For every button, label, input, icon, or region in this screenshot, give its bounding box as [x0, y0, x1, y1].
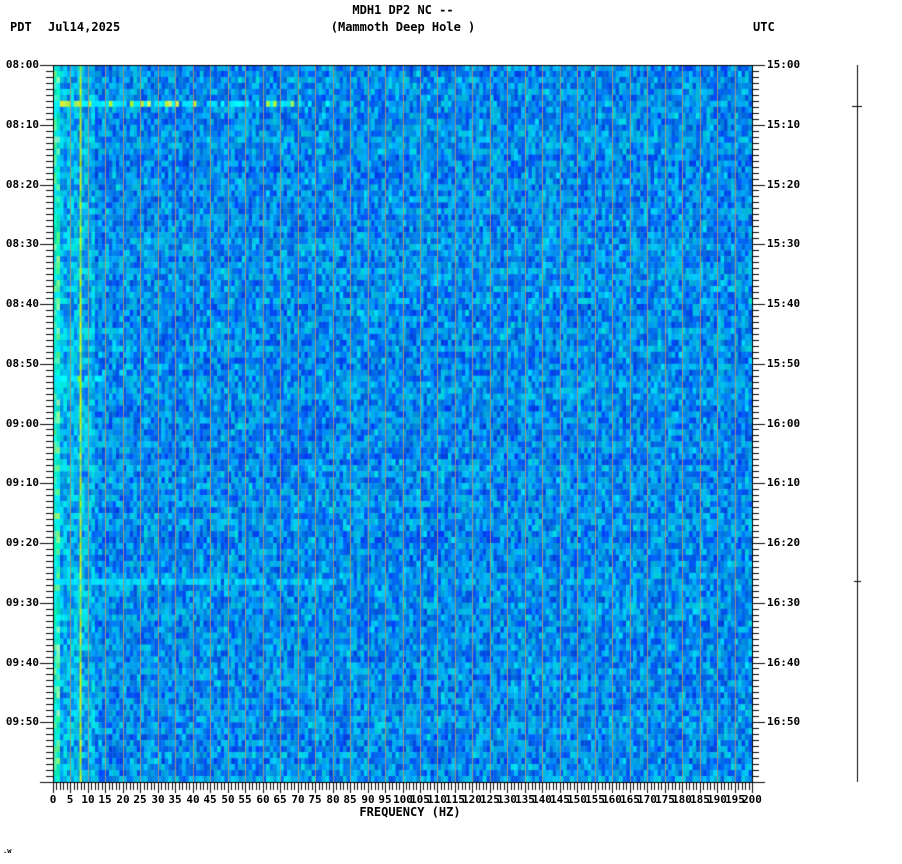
left-time-tick-label: 09:50 — [5, 715, 39, 728]
left-time-tick-label: 08:50 — [5, 357, 39, 370]
freq-tick-label: 10 — [81, 793, 95, 806]
freq-tick-label: 15 — [98, 793, 112, 806]
right-time-tick-label: 16:00 — [767, 417, 801, 430]
freq-tick-label: 85 — [343, 793, 357, 806]
right-time-tick-label: 15:30 — [767, 237, 801, 250]
date-label: Jul14,2025 — [48, 20, 121, 34]
right-time-tick-label: 16:20 — [767, 536, 801, 549]
freq-tick-label: 140 — [532, 793, 552, 806]
left-time-tick-label: 08:00 — [5, 58, 39, 71]
left-time-tick-label: 08:10 — [5, 118, 39, 131]
frequency-axis-title: FREQUENCY (HZ) — [359, 805, 461, 819]
freq-tick-label: 50 — [221, 793, 235, 806]
freq-tick-label: 30 — [151, 793, 165, 806]
freq-tick-label: 120 — [462, 793, 482, 806]
page-title: MDH1 DP2 NC -- — [352, 3, 454, 17]
freq-tick-label: 70 — [291, 793, 305, 806]
right-time-tick-label: 15:10 — [767, 118, 801, 131]
freq-tick-label: 0 — [49, 793, 57, 806]
freq-tick-label: 80 — [326, 793, 340, 806]
freq-tick-label: 25 — [133, 793, 147, 806]
right-time-tick-label: 15:50 — [767, 357, 801, 370]
freq-tick-label: 150 — [567, 793, 587, 806]
freq-tick-label: 55 — [238, 793, 252, 806]
right-time-tick-label: 16:10 — [767, 476, 801, 489]
right-time-tick-label: 16:50 — [767, 715, 801, 728]
left-time-tick-label: 09:30 — [5, 596, 39, 609]
freq-tick-label: 180 — [672, 793, 692, 806]
spectrogram-page: MDH1 DP2 NC -- (Mammoth Deep Hole ) PDT … — [0, 0, 902, 864]
freq-tick-label: 200 — [742, 793, 762, 806]
freq-tick-label: 40 — [186, 793, 200, 806]
freq-tick-label: 65 — [273, 793, 287, 806]
freq-tick-label: 75 — [308, 793, 322, 806]
freq-tick-label: 45 — [203, 793, 217, 806]
left-time-tick-label: 08:20 — [5, 178, 39, 191]
right-time-tick-label: 15:40 — [767, 297, 801, 310]
freq-tick-label: 190 — [707, 793, 727, 806]
right-time-tick-label: 15:00 — [767, 58, 801, 71]
left-time-tick-label: 09:00 — [5, 417, 39, 430]
freq-tick-label: 5 — [66, 793, 74, 806]
right-time-tick-label: 16:40 — [767, 656, 801, 669]
left-time-tick-label: 08:40 — [5, 297, 39, 310]
freq-tick-label: 170 — [637, 793, 657, 806]
timezone-right-label: UTC — [753, 20, 775, 34]
corner-artifact-text: .w — [3, 847, 12, 855]
freq-tick-label: 160 — [602, 793, 622, 806]
left-time-tick-label: 09:40 — [5, 656, 39, 669]
right-time-tick-label: 16:30 — [767, 596, 801, 609]
freq-tick-label: 130 — [497, 793, 517, 806]
timezone-left-label: PDT — [10, 20, 32, 34]
page-subtitle: (Mammoth Deep Hole ) — [330, 20, 476, 34]
freq-tick-label: 20 — [116, 793, 130, 806]
freq-tick-label: 60 — [256, 793, 270, 806]
left-time-tick-label: 09:10 — [5, 476, 39, 489]
left-time-tick-label: 08:30 — [5, 237, 39, 250]
left-time-tick-label: 09:20 — [5, 536, 39, 549]
freq-tick-label: 35 — [168, 793, 182, 806]
right-time-tick-label: 15:20 — [767, 178, 801, 191]
